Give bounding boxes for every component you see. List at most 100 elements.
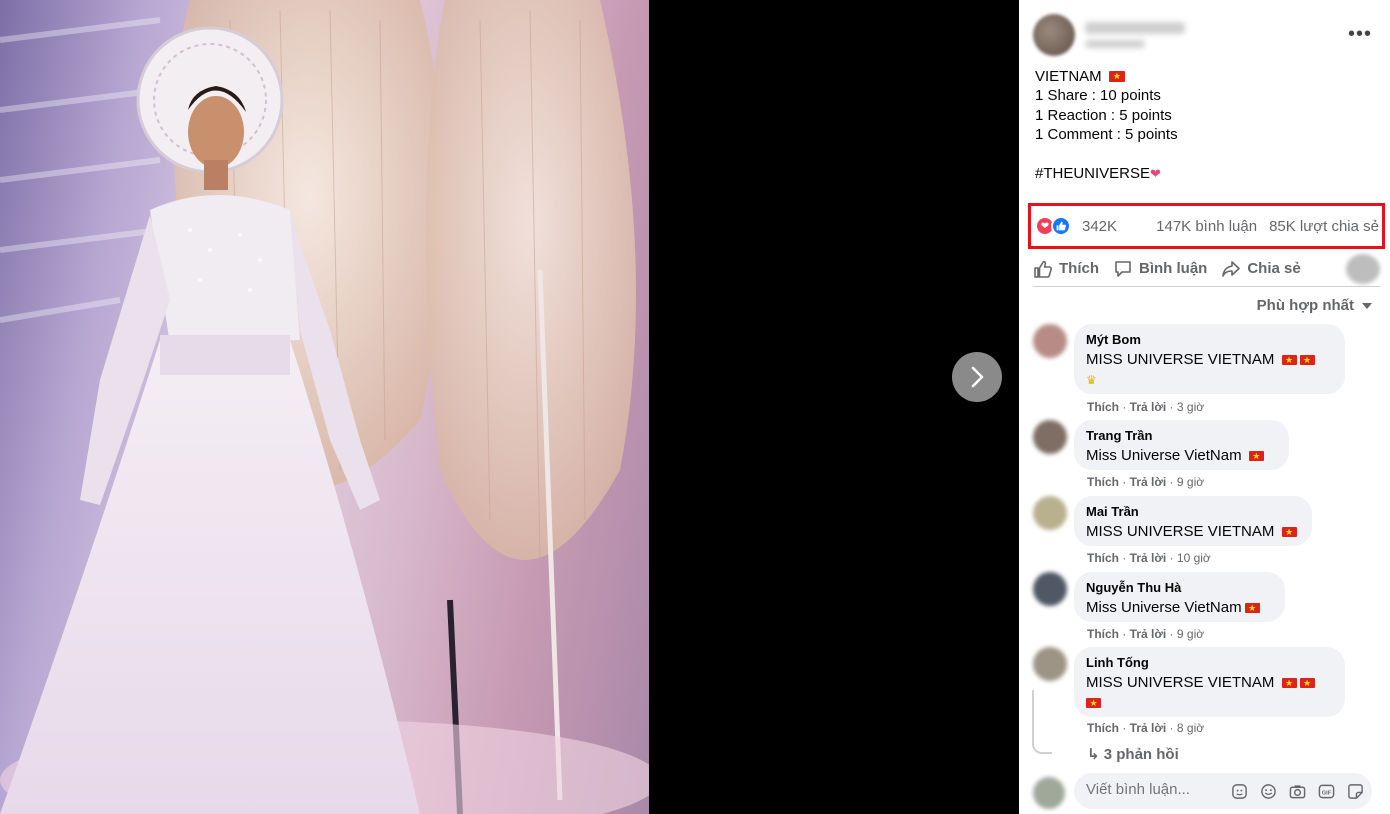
- share-count[interactable]: 85K lượt chia sẻ: [1269, 218, 1379, 235]
- comment-time[interactable]: 9 giờ: [1177, 475, 1204, 489]
- comment-text: MISS UNIVERSE VIETNAM: [1086, 673, 1333, 713]
- share-button[interactable]: Chia sẻ: [1221, 259, 1301, 279]
- caption-line: 1 Comment : 5 points: [1035, 126, 1178, 144]
- comment-reply-link[interactable]: Trả lời: [1130, 551, 1167, 565]
- comment-text: MISS UNIVERSE VIETNAM: [1086, 522, 1300, 542]
- composer-tools: GIF: [1219, 782, 1364, 800]
- comment-reply-link[interactable]: Trả lời: [1130, 400, 1167, 414]
- like-reaction-icon: [1051, 216, 1071, 236]
- comment-bubble: Trang Trần Miss Universe VietNam: [1074, 420, 1289, 470]
- crown-emoji-icon: ♛: [1086, 373, 1097, 387]
- thumbs-up-icon: [1034, 260, 1052, 278]
- comment-input[interactable]: [1086, 781, 1206, 798]
- comment-icon: [1115, 260, 1131, 277]
- vietnam-flag-icon: [1281, 353, 1297, 367]
- comment-sort-dropdown[interactable]: Phù hợp nhất: [1257, 297, 1372, 314]
- comment-button[interactable]: Bình luận: [1113, 259, 1207, 279]
- my-avatar[interactable]: [1033, 777, 1065, 809]
- vietnam-flag-icon: [1248, 449, 1264, 463]
- commenter-avatar[interactable]: [1033, 647, 1067, 681]
- commenter-avatar[interactable]: [1033, 324, 1067, 358]
- comment-time[interactable]: 9 giờ: [1177, 627, 1204, 641]
- replies-label: 3 phản hồi: [1103, 746, 1179, 763]
- sticker-icon[interactable]: [1346, 782, 1364, 800]
- vietnam-flag-icon: [1299, 676, 1315, 690]
- comment-text: Miss Universe VietNam: [1086, 446, 1277, 466]
- comment-bubble: Linh Tống MISS UNIVERSE VIETNAM: [1074, 647, 1345, 717]
- commenter-avatar[interactable]: [1033, 572, 1067, 606]
- comment-meta: Thích · Trả lời · 9 giờ: [1087, 627, 1205, 641]
- emoji-icon[interactable]: [1259, 782, 1277, 800]
- comment-reply-link[interactable]: Trả lời: [1130, 475, 1167, 489]
- comment-count[interactable]: 147K bình luận: [1156, 218, 1257, 235]
- like-label: Thích: [1059, 260, 1099, 277]
- sticker-avatar-icon[interactable]: [1230, 782, 1248, 800]
- reply-arrow-icon: ↳: [1087, 746, 1100, 763]
- reaction-stats: ❤ 342K 147K bình luận 85K lượt chia sẻ: [1035, 216, 1385, 236]
- reaction-count[interactable]: 342K: [1082, 218, 1117, 235]
- comment-text: Miss Universe VietNam: [1086, 598, 1273, 618]
- caption-hashtag[interactable]: #THEUNIVERSE❤: [1035, 164, 1178, 183]
- next-photo-button[interactable]: [952, 352, 1002, 402]
- comment-time[interactable]: 3 giờ: [1177, 400, 1204, 414]
- gif-icon[interactable]: GIF: [1317, 782, 1335, 800]
- photo-illustration: [0, 0, 649, 814]
- commenter-name[interactable]: Mai Trần: [1086, 504, 1300, 520]
- comment-time[interactable]: 8 giờ: [1177, 721, 1204, 735]
- vietnam-flag-icon: [1281, 676, 1297, 690]
- comment-input-box[interactable]: GIF: [1074, 773, 1372, 809]
- commenter-avatar[interactable]: [1033, 420, 1067, 454]
- commenter-avatar[interactable]: [1033, 496, 1067, 530]
- comment-like-link[interactable]: Thích: [1087, 400, 1119, 414]
- vietnam-flag-icon: [1108, 69, 1125, 83]
- caption-country: VIETNAM: [1035, 68, 1102, 85]
- hashtag-link[interactable]: #THEUNIVERSE: [1035, 165, 1150, 182]
- comment-composer: GIF: [1033, 773, 1380, 811]
- comment-like-link[interactable]: Thích: [1087, 627, 1119, 641]
- comment-reply-link[interactable]: Trả lời: [1130, 721, 1167, 735]
- svg-text:GIF: GIF: [1321, 790, 1331, 796]
- caption-line: 1 Share : 10 points: [1035, 87, 1161, 105]
- share-label: Chia sẻ: [1247, 260, 1301, 277]
- comment-like-link[interactable]: Thích: [1087, 721, 1119, 735]
- author-name-blurred[interactable]: [1085, 22, 1185, 48]
- commenter-name[interactable]: Trang Trần: [1086, 428, 1277, 444]
- author-avatar[interactable]: [1033, 14, 1075, 56]
- commenter-name[interactable]: Nguyễn Thu Hà: [1086, 580, 1273, 596]
- comment-text: MISS UNIVERSE VIETNAM ♛: [1086, 350, 1333, 390]
- comment-meta: Thích · Trả lời · 10 giờ: [1087, 551, 1211, 565]
- reply-thread-line: [1032, 690, 1052, 754]
- sort-label: Phù hợp nhất: [1256, 297, 1354, 314]
- post-actions: Thích Bình luận Chia sẻ: [1033, 253, 1380, 287]
- comment-bubble: Nguyễn Thu Hà Miss Universe VietNam: [1074, 572, 1285, 622]
- comment-reply-link[interactable]: Trả lời: [1130, 627, 1167, 641]
- post-detail-panel: ••• VIETNAM 1 Share : 10 points 1 Reacti…: [1019, 0, 1390, 814]
- comment-bubble: Mai Trần MISS UNIVERSE VIETNAM: [1074, 496, 1312, 546]
- camera-icon[interactable]: [1288, 782, 1306, 800]
- comment-meta: Thích · Trả lời · 9 giờ: [1087, 475, 1205, 489]
- caption-line: VIETNAM: [1035, 67, 1178, 86]
- comment-time[interactable]: 10 giờ: [1177, 551, 1211, 565]
- more-options-button[interactable]: •••: [1348, 24, 1372, 44]
- commenter-name[interactable]: Mýt Bom: [1086, 332, 1333, 348]
- reaction-icons[interactable]: ❤: [1035, 216, 1075, 236]
- view-replies-link[interactable]: ↳ 3 phản hồi: [1087, 745, 1179, 763]
- acting-as-avatar[interactable]: [1346, 253, 1380, 284]
- post-author[interactable]: [1033, 14, 1185, 56]
- vietnam-flag-icon: [1086, 696, 1101, 710]
- share-arrow-icon: [1222, 260, 1241, 277]
- comment-like-link[interactable]: Thích: [1087, 551, 1119, 565]
- heart-emoji-icon: ❤: [1150, 165, 1161, 181]
- vietnam-flag-icon: [1244, 601, 1260, 615]
- comment-label: Bình luận: [1139, 260, 1208, 277]
- post-photo: [0, 0, 649, 814]
- comment-meta: Thích · Trả lời · 3 giờ: [1087, 400, 1205, 414]
- like-button[interactable]: Thích: [1033, 259, 1099, 279]
- caption-line: 1 Reaction : 5 points: [1035, 106, 1172, 124]
- comment-like-link[interactable]: Thích: [1087, 475, 1119, 489]
- vietnam-flag-icon: [1281, 525, 1297, 539]
- commenter-name[interactable]: Linh Tống: [1086, 655, 1333, 671]
- chevron-right-icon: [971, 366, 984, 388]
- caret-down-icon: [1362, 302, 1372, 309]
- comment-meta: Thích · Trả lời · 8 giờ: [1087, 721, 1205, 735]
